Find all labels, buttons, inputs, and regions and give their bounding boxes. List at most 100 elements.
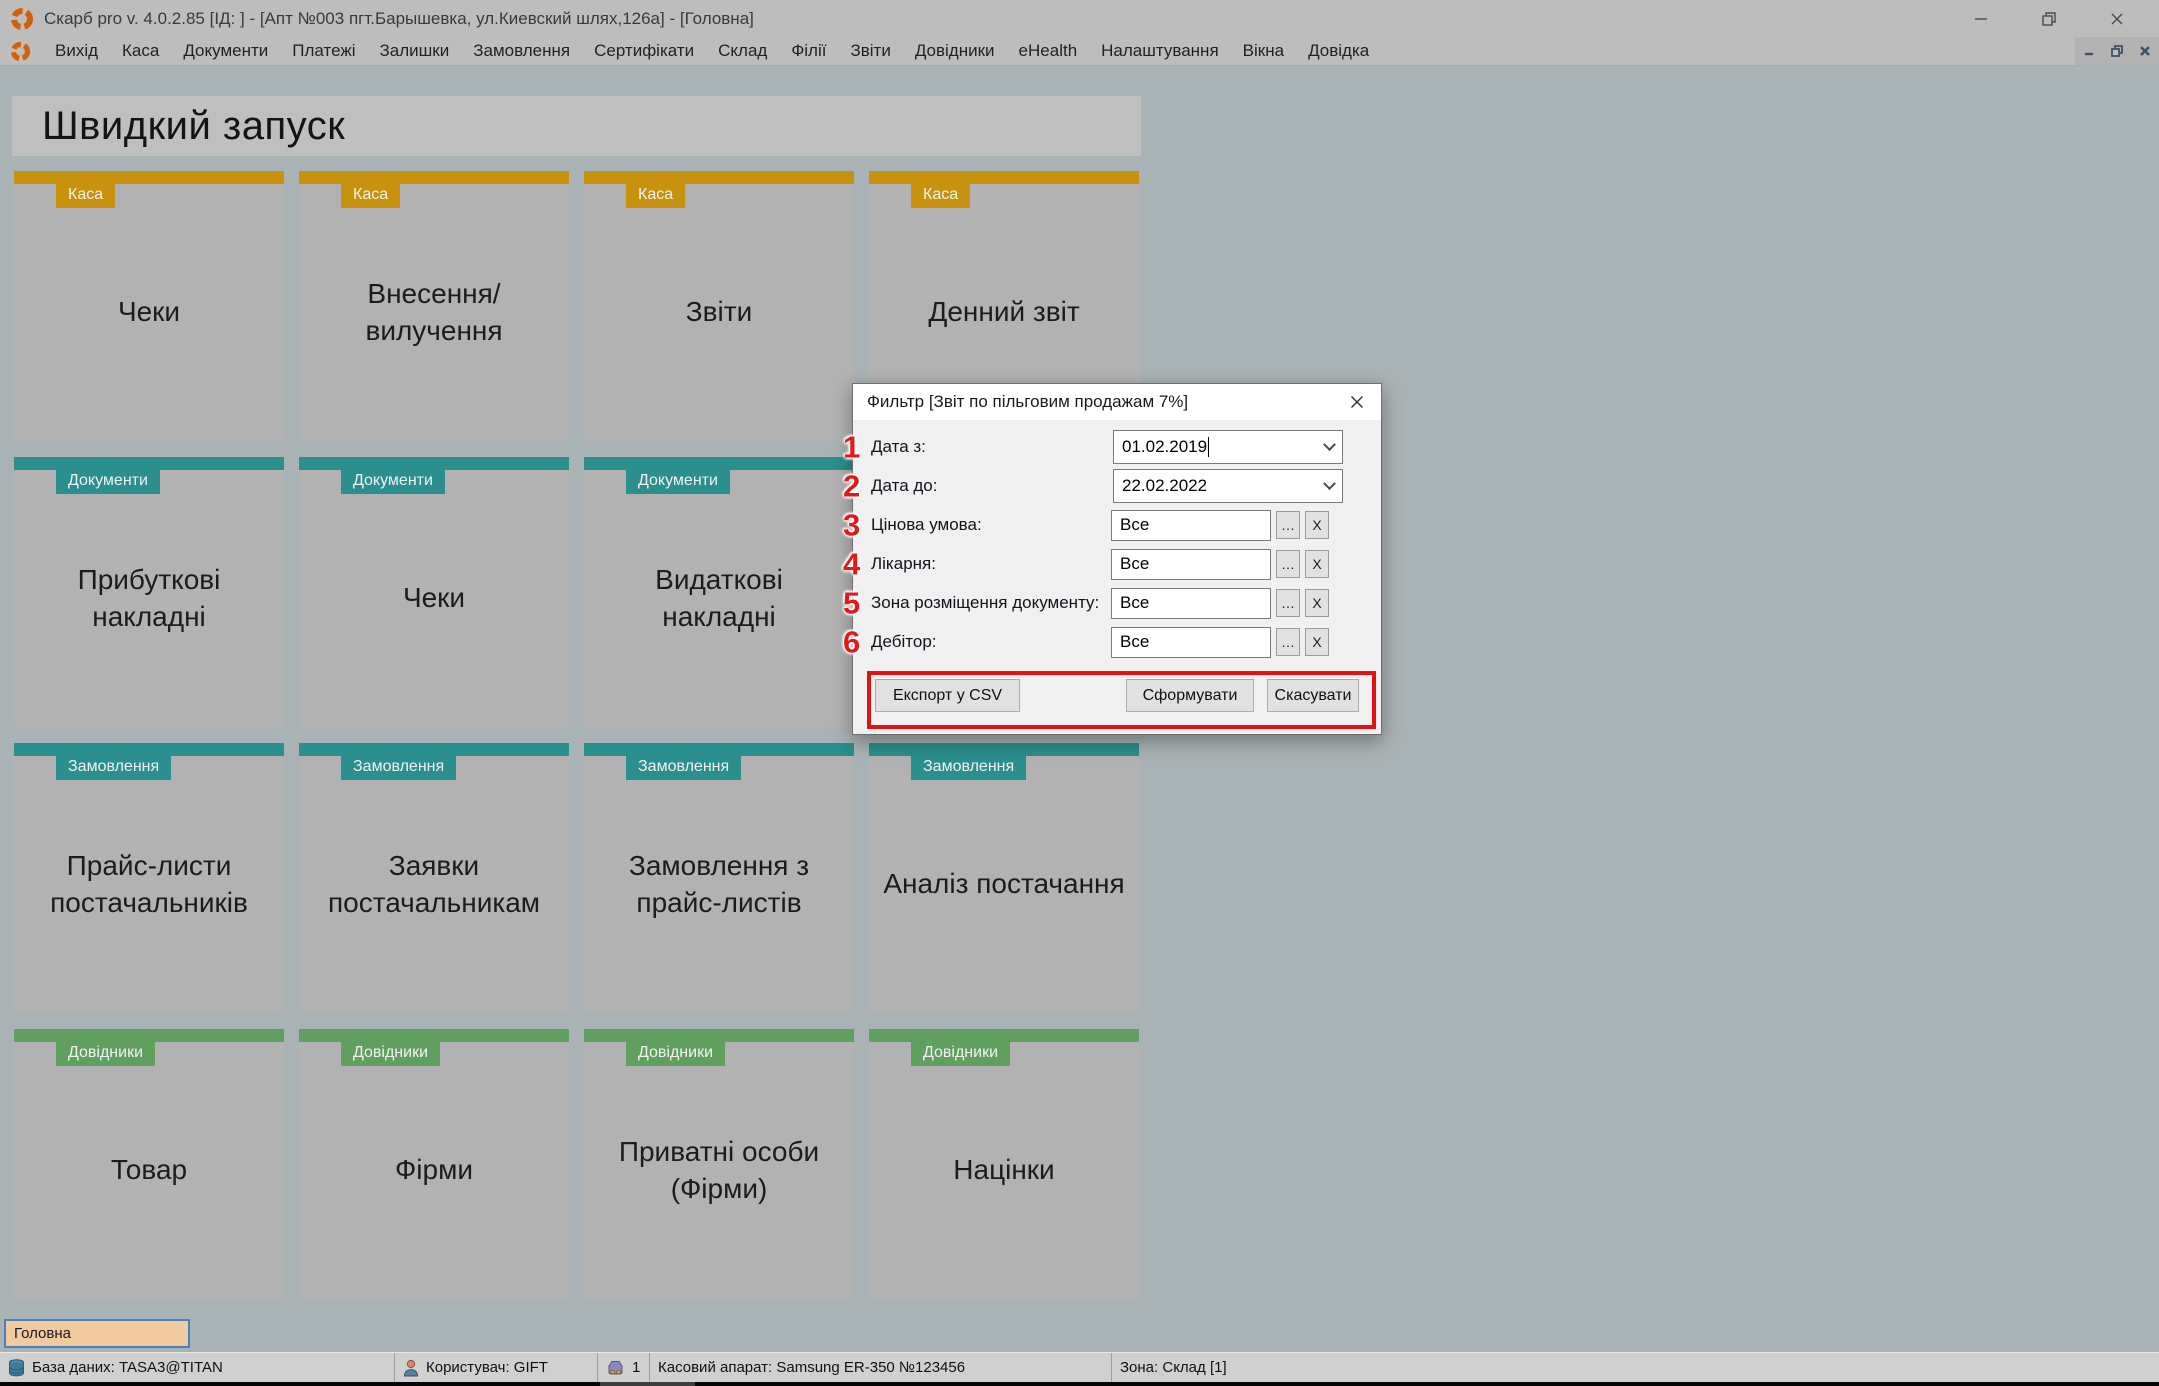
tile-kasa-zvity[interactable]: Каса Звіти <box>584 171 854 441</box>
chevron-down-icon[interactable] <box>1323 476 1336 490</box>
status-database: База даних: TASA3@TITAN <box>0 1353 395 1382</box>
tile-category-bar <box>584 171 854 184</box>
database-icon <box>9 1358 24 1376</box>
hospital-input[interactable]: Все <box>1111 548 1271 580</box>
menu-item-vikna[interactable]: Вікна <box>1231 38 1296 64</box>
tile-doc-prybutkovi[interactable]: Документи Прибуткові накладні <box>14 457 284 727</box>
export-csv-button[interactable]: Експорт у CSV <box>875 679 1020 712</box>
debtor-input[interactable]: Все <box>1111 626 1271 658</box>
tile-category-bar <box>869 171 1139 184</box>
tile-zam-zaiavky[interactable]: Замовлення Заявки постачальникам <box>299 743 569 1013</box>
menu-bar: Вихід Каса Документи Платежі Залишки Зам… <box>0 37 2159 66</box>
date-from-label: Дата з: <box>871 437 926 456</box>
tile-category-bar <box>299 171 569 184</box>
field-row-document-zone: 5 Зона розміщення документу: Все … X <box>843 586 1381 620</box>
tile-dov-tovar[interactable]: Довідники Товар <box>14 1029 284 1299</box>
debtor-clear-button[interactable]: X <box>1305 628 1329 656</box>
tile-dov-pryvatni[interactable]: Довідники Приватні особи (Фірми) <box>584 1029 854 1299</box>
app-window: Скарб pro v. 4.0.2.85 [ІД: ] - [Апт №003… <box>0 0 2159 1386</box>
tile-kasa-cheky[interactable]: Каса Чеки <box>14 171 284 441</box>
tile-dov-natsinky[interactable]: Довідники Націнки <box>869 1029 1139 1299</box>
price-condition-clear-button[interactable]: X <box>1305 511 1329 539</box>
hospital-browse-button[interactable]: … <box>1276 550 1300 578</box>
mdi-minimize-icon[interactable] <box>2075 37 2103 65</box>
document-zone-input[interactable]: Все <box>1111 587 1271 619</box>
tile-dov-firmy[interactable]: Довідники Фірми <box>299 1029 569 1299</box>
menu-item-sklad[interactable]: Склад <box>706 38 779 64</box>
menu-item-ehealth[interactable]: eHealth <box>1007 38 1090 64</box>
tile-doc-cheky[interactable]: Документи Чеки <box>299 457 569 727</box>
tab-holovna[interactable]: Головна <box>4 1319 190 1348</box>
taskbar-edge <box>0 1382 2159 1386</box>
tile-category-bar <box>299 1029 569 1042</box>
tile-category-bar <box>584 743 854 756</box>
dialog-title-bar[interactable]: Фильтр [Звіт по пільговим продажам 7%] <box>853 384 1381 420</box>
tile-label: Товар <box>110 1154 188 1186</box>
status-zone: Зона: Склад [1] <box>1120 1359 1227 1376</box>
menu-item-platezhi[interactable]: Платежі <box>280 38 367 64</box>
menu-item-zvity[interactable]: Звіти <box>838 38 902 64</box>
annotation-number-3: 3 <box>843 507 861 543</box>
tile-zam-prais-lysty[interactable]: Замовлення Прайс-листи постачальників <box>14 743 284 1013</box>
tile-label: Звіти <box>685 296 753 328</box>
document-zone-clear-button[interactable]: X <box>1305 589 1329 617</box>
mdi-restore-icon[interactable] <box>2103 37 2131 65</box>
tile-category-bar <box>299 743 569 756</box>
document-zone-label: Зона розміщення документу: <box>871 593 1100 612</box>
minimize-icon[interactable] <box>1971 9 1991 29</box>
status-cash-register: Касовий апарат: Samsung ER-350 №123456 <box>650 1353 1112 1382</box>
cancel-button[interactable]: Скасувати <box>1267 679 1359 712</box>
debtor-label: Дебітор: <box>871 632 937 651</box>
app-logo-icon-small <box>10 41 31 61</box>
tile-label: Замовлення з прайс-листів <box>628 849 810 918</box>
dialog-title: Фильтр [Звіт по пільговим продажам 7%] <box>867 392 1189 411</box>
hospital-clear-button[interactable]: X <box>1305 550 1329 578</box>
tile-category-bar <box>299 457 569 470</box>
tile-label: Фірми <box>395 1154 473 1186</box>
menu-item-dovidka[interactable]: Довідка <box>1296 38 1381 64</box>
price-condition-browse-button[interactable]: … <box>1276 511 1300 539</box>
menu-item-kasa[interactable]: Каса <box>110 38 171 64</box>
annotation-number-5: 5 <box>843 585 861 621</box>
tile-doc-vydatkovi[interactable]: Документи Видаткові накладні <box>584 457 854 727</box>
tile-zam-z-prais-lystiv[interactable]: Замовлення Замовлення з прайс-листів <box>584 743 854 1013</box>
user-icon <box>403 1359 419 1376</box>
tile-kasa-vnesennia[interactable]: Каса Внесення/вилучення <box>299 171 569 441</box>
menu-item-zalyshky[interactable]: Залишки <box>368 38 462 64</box>
restore-icon[interactable] <box>2039 9 2059 29</box>
menu-item-sertyfikaty[interactable]: Сертифікати <box>582 38 706 64</box>
chevron-down-icon[interactable] <box>1323 437 1336 451</box>
title-bar: Скарб pro v. 4.0.2.85 [ІД: ] - [Апт №003… <box>0 0 2159 37</box>
menu-item-nalashtuvannia[interactable]: Налаштування <box>1089 38 1231 64</box>
annotation-number-1: 1 <box>843 429 861 465</box>
price-condition-input[interactable]: Все <box>1111 509 1271 541</box>
date-to-input[interactable]: 22.02.2022 <box>1113 469 1343 503</box>
menu-item-zamovlennia[interactable]: Замовлення <box>461 38 582 64</box>
close-icon[interactable] <box>2107 9 2127 29</box>
dialog-close-icon[interactable] <box>1345 390 1369 414</box>
cash-device-icon <box>608 1360 623 1374</box>
debtor-browse-button[interactable]: … <box>1276 628 1300 656</box>
tab-strip: Головна <box>0 1319 2159 1352</box>
status-device-count: 1 <box>598 1353 650 1382</box>
date-from-input[interactable]: 01.02.2019 <box>1113 430 1343 464</box>
generate-button[interactable]: Сформувати <box>1126 679 1254 712</box>
field-row-price-condition: 3 Цінова умова: Все … X <box>843 508 1381 542</box>
tile-category-bar <box>14 457 284 470</box>
menu-item-vykhid[interactable]: Вихід <box>43 38 110 64</box>
tile-label: Приватні особи (Фірми) <box>618 1135 820 1204</box>
menu-item-dovidnyky[interactable]: Довідники <box>903 38 1007 64</box>
menu-item-dokumenty[interactable]: Документи <box>171 38 280 64</box>
quick-launch-header: Швидкий запуск <box>12 96 1141 156</box>
tile-category-bar <box>14 1029 284 1042</box>
tile-label: Заявки постачальникам <box>327 849 541 918</box>
tile-zam-analiz[interactable]: Замовлення Аналіз постачання <box>869 743 1139 1013</box>
price-condition-label: Цінова умова: <box>871 515 982 534</box>
tile-label: Внесення/вилучення <box>365 277 503 346</box>
mdi-close-icon[interactable] <box>2131 37 2159 65</box>
field-row-debtor: 6 Дебітор: Все … X <box>843 625 1381 659</box>
document-zone-browse-button[interactable]: … <box>1276 589 1300 617</box>
annotation-number-4: 4 <box>843 546 861 582</box>
tile-category-bar <box>584 1029 854 1042</box>
menu-item-filii[interactable]: Філії <box>779 38 838 64</box>
